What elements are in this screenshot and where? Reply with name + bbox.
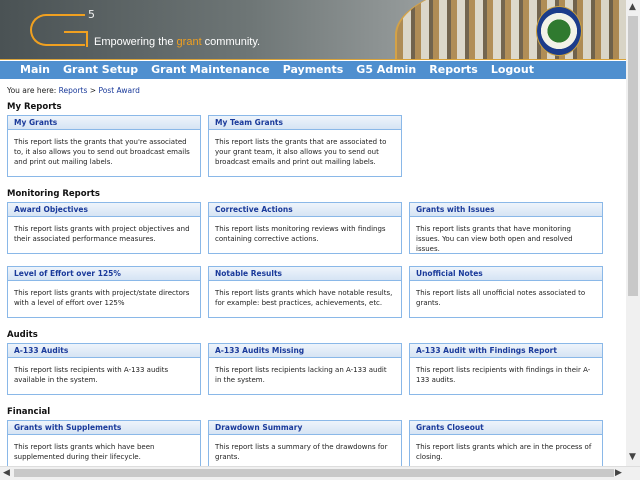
report-description: This report lists recipients lacking an … — [215, 366, 387, 384]
card-row: A-133 Audits This report lists recipients… — [7, 343, 607, 395]
scroll-right-icon[interactable]: ▶ — [615, 468, 622, 478]
g5-logo-sup: 5 — [88, 8, 95, 21]
tagline-pre: Empowering the — [94, 36, 177, 48]
report-link[interactable]: My Grants — [8, 116, 200, 130]
report-link[interactable]: Drawdown Summary — [209, 421, 401, 435]
report-card: Grants with Supplements This report lists… — [7, 420, 201, 472]
report-link[interactable]: Grants with Issues — [410, 203, 602, 217]
scroll-up-icon[interactable]: ▲ — [629, 2, 636, 12]
scroll-left-icon[interactable]: ◀ — [3, 468, 10, 478]
report-link[interactable]: Grants Closeout — [410, 421, 602, 435]
breadcrumb-prefix: You are here: — [7, 86, 59, 95]
report-link[interactable]: Level of Effort over 125% — [8, 267, 200, 281]
report-description: This report lists grants with project ob… — [14, 225, 190, 243]
report-card: My Grants This report lists the grants th… — [7, 115, 201, 177]
report-link[interactable]: Award Objectives — [8, 203, 200, 217]
card-row: Grants with Supplements This report lists… — [7, 420, 607, 472]
report-link[interactable]: My Team Grants — [209, 116, 401, 130]
nav-payments[interactable]: Payments — [283, 61, 344, 79]
report-card: Drawdown Summary This report lists a summ… — [208, 420, 402, 472]
report-card: A-133 Audits This report lists recipients… — [7, 343, 201, 395]
report-card: Notable Results This report lists grants … — [208, 266, 402, 318]
nav-g5-admin[interactable]: G5 Admin — [356, 61, 416, 79]
report-link[interactable]: A-133 Audits — [8, 344, 200, 358]
report-description: This report lists recipients with A-133 … — [14, 366, 169, 384]
report-description: This report lists grants with project/st… — [14, 289, 190, 307]
card-row: Level of Effort over 125% This report lis… — [7, 266, 607, 318]
tagline-accent: grant — [176, 36, 202, 48]
report-description: This report lists grants that have monit… — [416, 225, 573, 253]
nav-grant-maintenance[interactable]: Grant Maintenance — [151, 61, 270, 79]
site-banner: 5 Empowering the grant community. — [0, 0, 626, 60]
report-card: Unofficial Notes This report lists all un… — [409, 266, 603, 318]
section-title: My Reports — [7, 102, 62, 112]
breadcrumb-sep: > — [87, 86, 99, 95]
library-image — [395, 0, 626, 59]
report-card: Level of Effort over 125% This report lis… — [7, 266, 201, 318]
report-card: Grants with Issues This report lists gran… — [409, 202, 603, 254]
tagline: Empowering the grant community. — [94, 36, 260, 48]
tagline-post: community. — [201, 36, 261, 48]
report-link[interactable]: A-133 Audits Missing — [209, 344, 401, 358]
report-card: A-133 Audit with Findings Report This rep… — [409, 343, 603, 395]
report-card: Award Objectives This report lists grants… — [7, 202, 201, 254]
nav-main[interactable]: Main — [20, 61, 50, 79]
scroll-down-icon[interactable]: ▼ — [629, 452, 636, 462]
report-link[interactable]: Unofficial Notes — [410, 267, 602, 281]
report-description: This report lists the grants that you're… — [14, 138, 190, 166]
report-description: This report lists all unofficial notes a… — [416, 289, 586, 307]
report-card: A-133 Audits Missing This report lists re… — [208, 343, 402, 395]
report-catalog: My Reports My Grants This report lists the… — [7, 100, 607, 484]
report-description: This report lists monitoring reviews wit… — [215, 225, 386, 243]
breadcrumb-post-award[interactable]: Post Award — [98, 86, 139, 95]
card-row: My Grants This report lists the grants th… — [7, 115, 607, 177]
report-link[interactable]: Notable Results — [209, 267, 401, 281]
section-title: Monitoring Reports — [7, 189, 100, 199]
breadcrumb-reports[interactable]: Reports — [59, 86, 88, 95]
nav-grant-setup[interactable]: Grant Setup — [63, 61, 138, 79]
nav-logout[interactable]: Logout — [491, 61, 534, 79]
section-title: Audits — [7, 330, 38, 340]
vertical-scroll-thumb[interactable] — [628, 16, 638, 296]
report-description: This report lists the grants that are as… — [215, 138, 387, 166]
report-description: This report lists recipients with findin… — [416, 366, 591, 384]
report-card: My Team Grants This report lists the gran… — [208, 115, 402, 177]
card-row: Award Objectives This report lists grants… — [7, 202, 607, 254]
section-title: Financial — [7, 407, 51, 417]
main-nav: Main Grant Setup Grant Maintenance Payments… — [0, 61, 626, 79]
report-link[interactable]: Corrective Actions — [209, 203, 401, 217]
horizontal-scroll-thumb[interactable] — [14, 469, 614, 477]
report-link[interactable]: A-133 Audit with Findings Report — [410, 344, 602, 358]
report-card: Corrective Actions This report lists moni… — [208, 202, 402, 254]
g5-logo-g — [64, 31, 88, 47]
breadcrumb: You are here: Reports > Post Award — [7, 86, 140, 95]
report-link[interactable]: Grants with Supplements — [8, 421, 200, 435]
report-card: Grants Closeout This report lists grants … — [409, 420, 603, 472]
report-description: This report lists grants which have nota… — [215, 289, 393, 307]
department-of-education-seal — [536, 6, 582, 56]
nav-reports[interactable]: Reports — [429, 61, 478, 79]
